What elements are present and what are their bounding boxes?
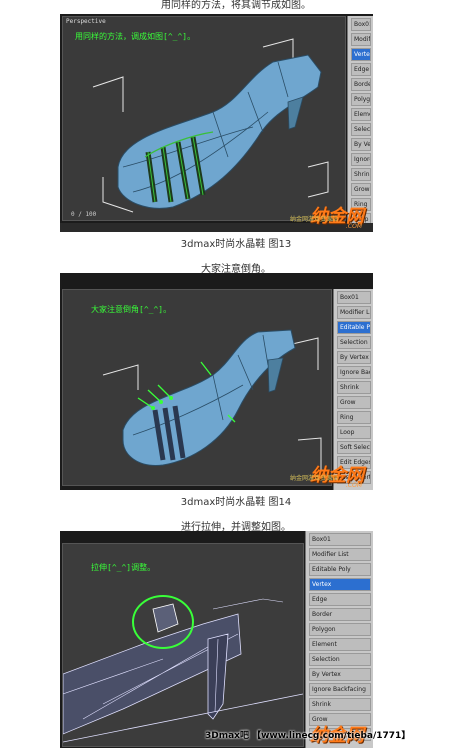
shoe-mesh-render <box>92 38 329 213</box>
watermark-tagline: 纳金网游戏资源站 <box>290 475 339 482</box>
panel-row[interactable]: Grow <box>337 396 371 409</box>
panel-row[interactable]: Ignore Backfacing <box>309 683 371 696</box>
panel-row[interactable]: Selection <box>337 336 371 349</box>
panel-row[interactable]: Polygon <box>309 623 371 636</box>
figure-14-caption: 3dmax时尚水晶鞋 图14 <box>180 497 292 508</box>
watermark-url: .COM <box>346 223 362 230</box>
watermark-tagline: 纳金网游戏资源站 <box>290 216 339 223</box>
panel-row[interactable]: Soft Selection <box>337 441 371 454</box>
panel-row[interactable]: Modifier List <box>309 548 371 561</box>
panel-row[interactable]: Ignore Backfacing <box>351 153 371 166</box>
figure-13-caption: 3dmax时尚水晶鞋 图13 <box>180 239 292 250</box>
watermark-url: .COM <box>346 482 362 489</box>
top-caption: 用同样的方法，将其调节成如图。 <box>161 0 311 11</box>
panel-row[interactable]: Ring <box>337 411 371 424</box>
panel-row[interactable]: Polygon <box>351 93 371 106</box>
panel-row[interactable]: Element <box>351 108 371 121</box>
screenshot-fig14: 大家注意倒角[^_^]。 Box01 Modifier List Editabl… <box>60 273 373 490</box>
panel-row[interactable]: By Vertex <box>309 668 371 681</box>
screenshot-fig15: 拉伸[^_^]调整。 Box01 Modifier List Editable … <box>60 531 373 748</box>
panel-row[interactable]: Border <box>309 608 371 621</box>
command-panel: Box01 Modifier List Vertex Edge Border P… <box>347 16 373 232</box>
panel-row[interactable]: Editable Poly <box>337 321 371 334</box>
panel-row[interactable]: Box01 <box>309 533 371 546</box>
panel-row[interactable]: Border <box>351 78 371 91</box>
screenshot-fig13: Perspective 用同样的方法，调成如图[^_^]。 0 / 100 Bo… <box>60 14 373 232</box>
panel-row[interactable]: By Vertex <box>337 351 371 364</box>
panel-row[interactable]: Ignore Backfacing <box>337 366 371 379</box>
panel-row[interactable]: Selection <box>309 653 371 666</box>
viewport-perspective: 大家注意倒角[^_^]。 <box>62 289 332 486</box>
command-panel: Box01 Modifier List Editable Poly Select… <box>333 289 373 490</box>
panel-row[interactable]: Grow <box>351 183 371 196</box>
panel-row[interactable]: Selection <box>351 123 371 136</box>
panel-row[interactable]: Loop <box>337 426 371 439</box>
panel-row[interactable]: Modifier List <box>337 306 371 319</box>
panel-row[interactable]: Vertex <box>351 48 371 61</box>
panel-row[interactable]: Box01 <box>337 291 371 304</box>
panel-row[interactable]: Vertex <box>309 578 371 591</box>
footer-watermark: 3Dmax吧 【www.linecg.com/tieba/1771】 <box>205 731 411 741</box>
shoe-mesh-render <box>102 329 322 470</box>
panel-row[interactable]: Shrink <box>309 698 371 711</box>
frame-counter: 0 / 100 <box>71 211 97 218</box>
panel-row[interactable]: Box01 <box>351 18 371 31</box>
panel-row[interactable]: Shrink <box>337 381 371 394</box>
panel-row[interactable]: Modifier List <box>351 33 371 46</box>
panel-row[interactable]: Element <box>309 638 371 651</box>
panel-row[interactable]: Edge <box>351 63 371 76</box>
panel-row[interactable]: By Vertex <box>351 138 371 151</box>
command-panel: Box01 Modifier List Editable Poly Vertex… <box>305 531 373 748</box>
viewport-perspective: Perspective 用同样的方法，调成如图[^_^]。 0 / 100 <box>62 16 346 221</box>
panel-row[interactable]: Shrink <box>351 168 371 181</box>
panel-row[interactable]: Editable Poly <box>309 563 371 576</box>
heel-mesh-render <box>63 595 303 743</box>
viewport-closeup: 拉伸[^_^]调整。 <box>62 543 304 747</box>
panel-row[interactable]: Edge <box>309 593 371 606</box>
